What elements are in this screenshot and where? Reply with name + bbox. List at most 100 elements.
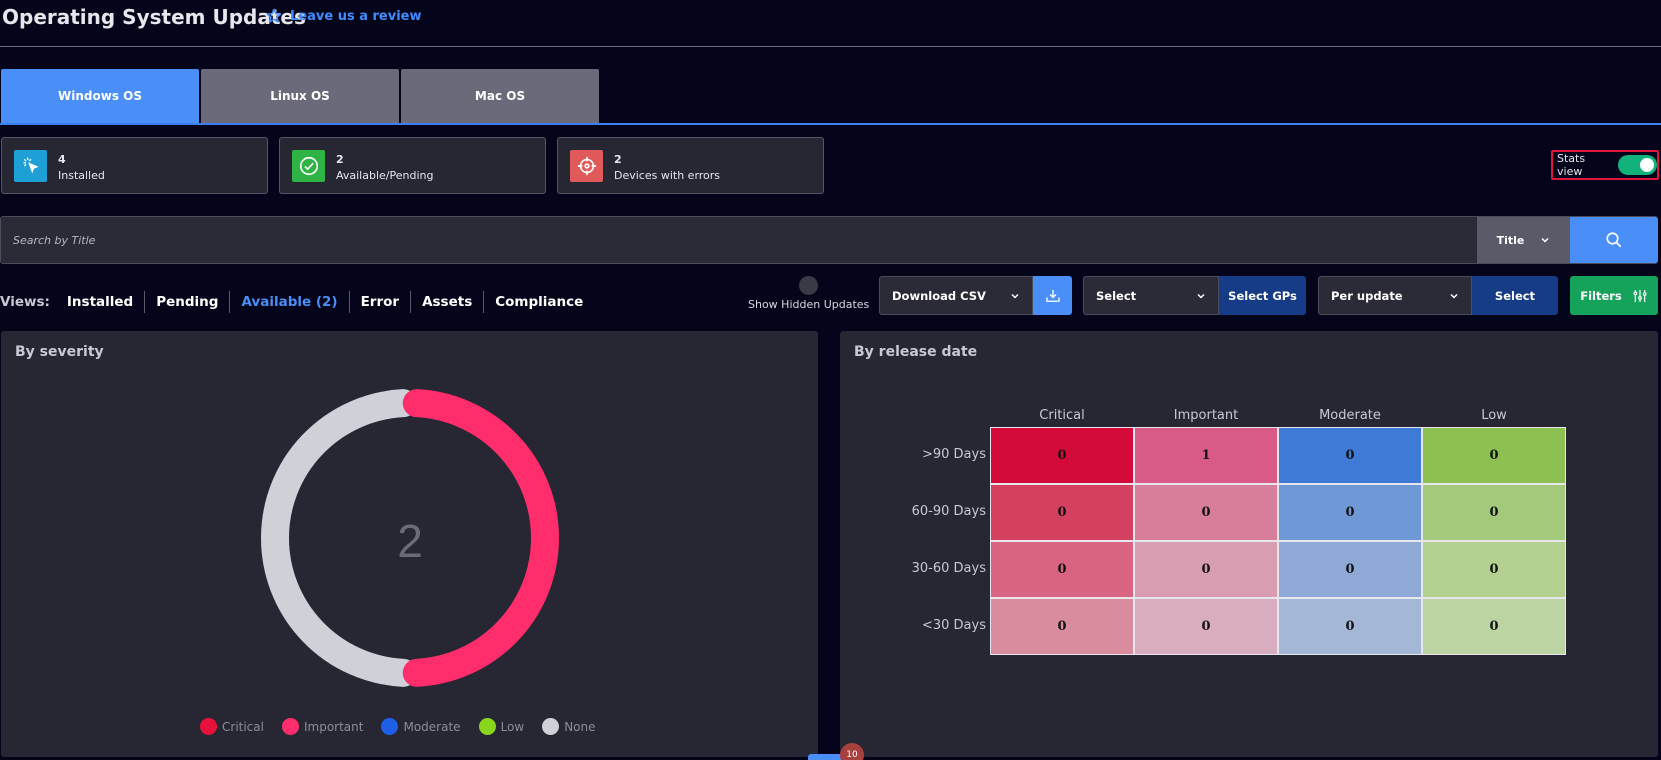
os-tabs: Windows OS Linux OS Mac OS	[0, 69, 1661, 125]
heatmap-cell[interactable]: 0	[1278, 484, 1422, 541]
heatmap-column-label: Moderate	[1319, 408, 1381, 423]
views-label: Views:	[0, 294, 50, 310]
donut-slice-important[interactable]	[402, 389, 559, 687]
heatmap-cell[interactable]: 0	[990, 598, 1134, 655]
legend-swatch	[542, 718, 560, 735]
severity-legend: Critical Important Moderate Low None	[200, 718, 596, 735]
cursor-click-icon	[14, 150, 47, 182]
stat-card-installed[interactable]: 4 Installed	[1, 137, 268, 194]
stat-label: Devices with errors	[614, 169, 721, 182]
view-available[interactable]: Available (2)	[230, 291, 350, 313]
legend-item-none[interactable]: None	[542, 718, 596, 735]
legend-swatch	[200, 718, 217, 735]
show-hidden-label: Show Hidden Updates	[748, 298, 870, 311]
tab-windows-os[interactable]: Windows OS	[1, 69, 199, 123]
heatmap-row-label: >90 Days	[921, 447, 986, 462]
filters-button[interactable]: Filters	[1570, 276, 1658, 315]
donut-center-total: 2	[397, 515, 423, 567]
heatmap-column-label: Low	[1481, 408, 1507, 423]
chevron-down-icon	[1541, 237, 1549, 243]
view-compliance[interactable]: Compliance	[484, 291, 594, 313]
stat-card-errors[interactable]: 2 Devices with errors	[557, 137, 824, 194]
star-icon	[266, 8, 282, 23]
heatmap-cell[interactable]: 0	[1134, 541, 1278, 598]
legend-item-low[interactable]: Low	[478, 718, 525, 735]
heatmap-cell[interactable]: 0	[990, 427, 1134, 484]
legend-label: None	[564, 719, 596, 734]
check-circle-icon	[292, 150, 325, 182]
notification-badge[interactable]: 10	[840, 743, 864, 760]
severity-panel: By severity 2	[1, 331, 818, 757]
view-error[interactable]: Error	[350, 291, 412, 313]
legend-label: Critical	[222, 719, 264, 734]
view-assets[interactable]: Assets	[411, 291, 485, 313]
heatmap-cell[interactable]: 0	[1278, 598, 1422, 655]
stat-value: 2	[614, 153, 622, 166]
sliders-icon	[1633, 289, 1647, 302]
heatmap-cell[interactable]: 1	[1134, 427, 1278, 484]
search-field-select[interactable]: Title	[1477, 217, 1570, 263]
tab-mac-os[interactable]: Mac OS	[401, 69, 599, 123]
leave-review-link[interactable]: Leave us a review	[266, 8, 422, 24]
chevron-down-icon	[1011, 293, 1019, 299]
heatmap-cell[interactable]: 0	[990, 484, 1134, 541]
gp-select[interactable]: Select	[1083, 276, 1219, 315]
heatmap-row-label: 30-60 Days	[911, 561, 986, 576]
heatmap-cell[interactable]: 0	[1422, 484, 1566, 541]
chevron-down-icon	[1450, 293, 1458, 299]
per-update-label: Per update	[1331, 288, 1403, 303]
select-gps-button[interactable]: Select GPs	[1219, 276, 1306, 315]
per-update-select-button[interactable]: Select	[1472, 276, 1558, 315]
gp-select-label: Select	[1096, 288, 1137, 303]
show-hidden-updates-toggle[interactable]: Show Hidden Updates	[748, 276, 870, 312]
legend-item-moderate[interactable]: Moderate	[381, 718, 461, 735]
search-field-label: Title	[1496, 233, 1525, 247]
legend-item-critical[interactable]: Critical	[200, 718, 264, 735]
stat-label: Available/Pending	[336, 169, 434, 182]
download-button[interactable]	[1033, 276, 1072, 315]
view-installed[interactable]: Installed	[56, 291, 146, 313]
heatmap-row-label: <30 Days	[921, 618, 986, 633]
heatmap-cell[interactable]: 0	[1422, 598, 1566, 655]
search-button[interactable]	[1570, 217, 1658, 263]
chevron-down-icon	[1197, 293, 1205, 299]
stats-view-switch[interactable]	[1618, 155, 1657, 175]
toggle-dot[interactable]	[799, 276, 818, 295]
heatmap-row-label: 60-90 Days	[911, 504, 986, 519]
legend-swatch	[381, 718, 399, 735]
heatmap-cell[interactable]: 0	[1134, 598, 1278, 655]
stat-card-available[interactable]: 2 Available/Pending	[279, 137, 546, 194]
donut-slice-none[interactable]	[261, 389, 418, 687]
legend-swatch	[478, 718, 496, 735]
download-csv-label: Download CSV	[892, 288, 986, 303]
download-csv-select[interactable]: Download CSV	[879, 276, 1033, 315]
legend-swatch	[281, 718, 299, 735]
tab-linux-os[interactable]: Linux OS	[201, 69, 399, 123]
view-pending[interactable]: Pending	[145, 291, 231, 313]
stat-value: 2	[336, 153, 344, 166]
stats-view-toggle[interactable]: Stats view	[1551, 150, 1659, 180]
heatmap-column-label: Important	[1173, 408, 1239, 423]
legend-label: Low	[500, 719, 525, 734]
heatmap-cell[interactable]: 0	[990, 541, 1134, 598]
heatmap-cell[interactable]: 0	[1422, 541, 1566, 598]
heatmap-cell[interactable]: 0	[1278, 541, 1422, 598]
search-input[interactable]	[13, 217, 1413, 263]
severity-donut-chart: 2	[261, 389, 559, 687]
heatmap-cell[interactable]: 0	[1422, 427, 1566, 484]
release-panel-title: By release date	[854, 344, 978, 360]
heatmap-cell[interactable]: 0	[1278, 427, 1422, 484]
search-bar: Title	[0, 216, 1658, 264]
heatmap-column-label: Critical	[1039, 408, 1085, 423]
page-header: Operating System Updates Leave us a revi…	[0, 0, 1661, 47]
stat-label: Installed	[58, 169, 105, 182]
search-icon	[1606, 232, 1622, 248]
stat-value: 4	[58, 153, 66, 166]
page-title: Operating System Updates	[2, 5, 306, 29]
heatmap-cell[interactable]: 0	[1134, 484, 1278, 541]
legend-item-important[interactable]: Important	[281, 718, 364, 735]
review-label: Leave us a review	[290, 8, 422, 24]
legend-label: Important	[303, 719, 364, 734]
per-update-select[interactable]: Per update	[1318, 276, 1472, 315]
stats-view-label: Stats view	[1557, 152, 1586, 178]
